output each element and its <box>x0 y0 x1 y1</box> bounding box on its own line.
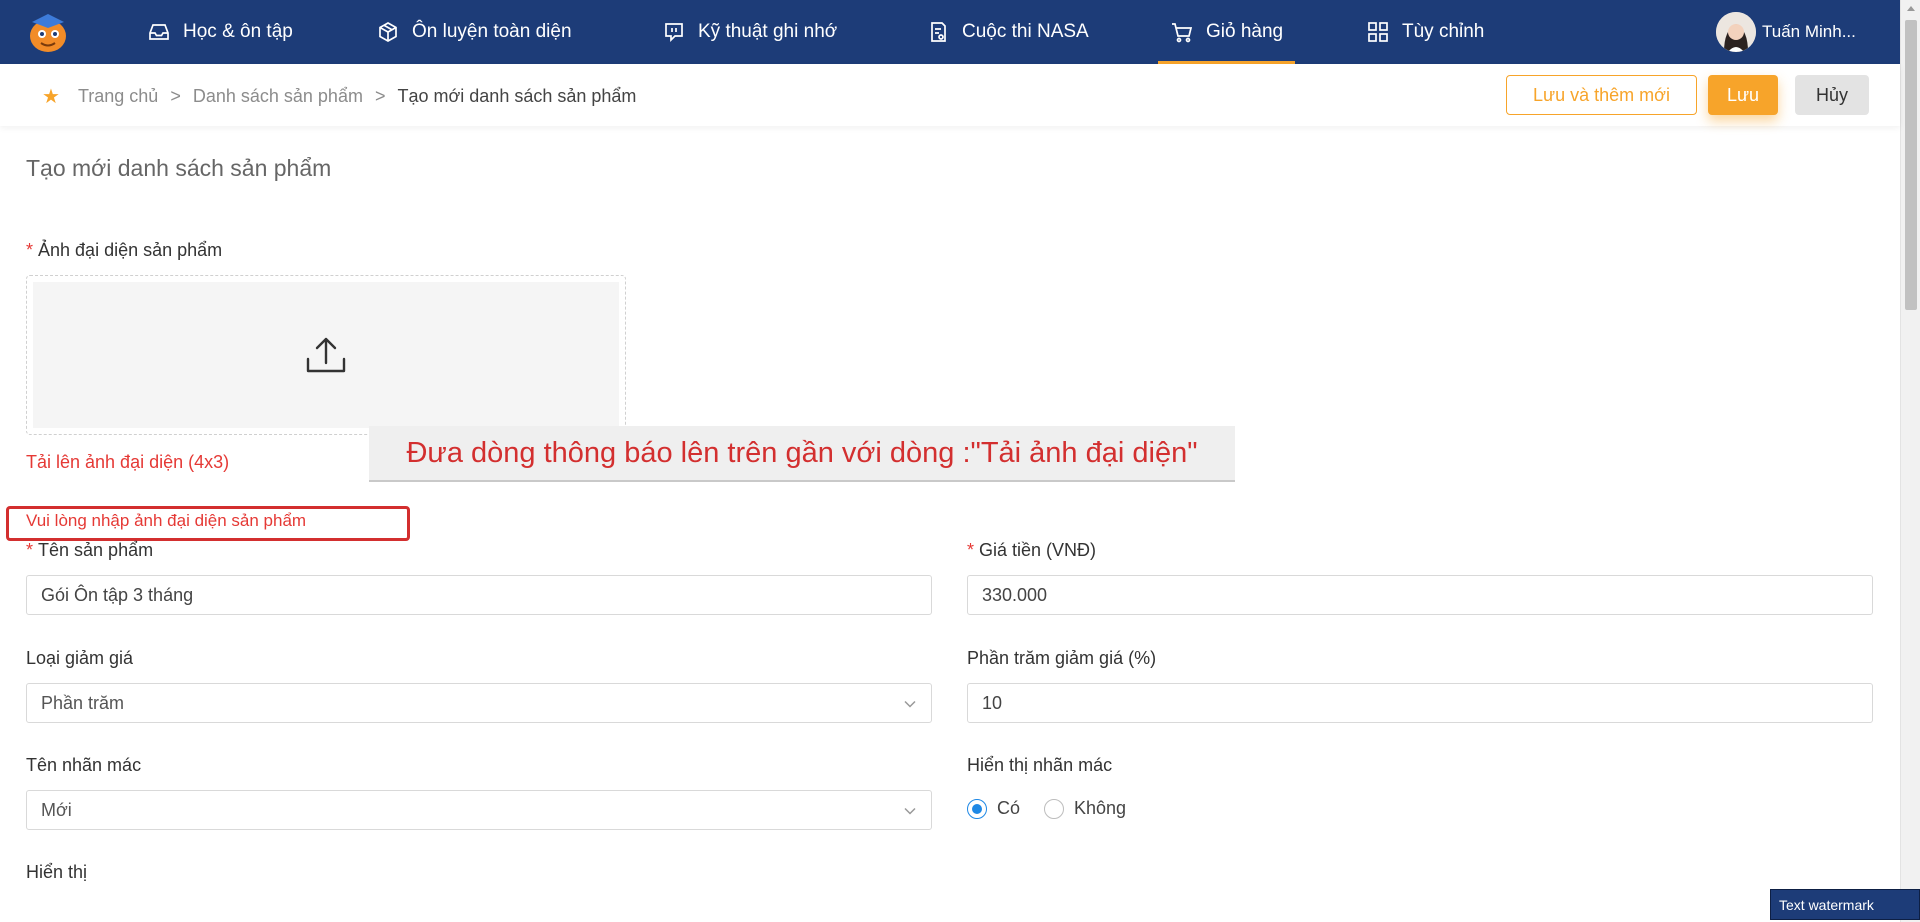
product-name-value: Gói Ôn tập 3 tháng <box>41 584 194 605</box>
breadcrumb-product-list[interactable]: Danh sách sản phẩm <box>193 86 363 107</box>
image-label: * Ảnh đại diện sản phẩm <box>26 240 222 261</box>
chevron-down-icon <box>904 807 916 815</box>
discount-type-label: Loại giảm giá <box>26 648 134 668</box>
text-watermark: Text watermark <box>1770 889 1920 920</box>
breadcrumb-current: Tạo mới danh sách sản phẩm <box>397 86 637 106</box>
page-scrollbar[interactable] <box>1900 0 1920 922</box>
price-label-text: Giá tiền (VNĐ) <box>979 540 1097 560</box>
image-error-message: Vui lòng nhập ảnh đại diện sản phẩm <box>26 511 307 530</box>
app-logo[interactable] <box>22 10 74 54</box>
product-name-label-text: Tên sản phẩm <box>38 540 154 560</box>
discount-type-value: Phần trăm <box>41 692 125 713</box>
upload-area[interactable] <box>33 282 619 428</box>
save-button[interactable]: Lưu <box>1708 75 1778 115</box>
product-name-label: * Tên sản phẩm <box>26 540 153 561</box>
radio-khong[interactable] <box>1044 798 1065 819</box>
nav-item-hoc-on-tap[interactable]: Học & ôn tập <box>147 0 293 64</box>
breadcrumb-home[interactable]: Trang chủ <box>78 86 158 107</box>
tag-display-label: Hiển thị nhãn mác <box>967 755 1113 775</box>
grid-icon <box>1368 22 1388 42</box>
tag-name-value: Mới <box>41 799 72 820</box>
image-upload-dropzone[interactable] <box>26 275 626 435</box>
top-navbar: Học & ôn tập Ôn luyện toàn diện Kỹ thuật… <box>0 0 1900 64</box>
price-value: 330.000 <box>982 584 1048 605</box>
breadcrumb-separator: > <box>170 86 181 106</box>
required-mark: * <box>967 540 975 560</box>
nav-item-ky-thuat[interactable]: Kỹ thuật ghi nhớ <box>662 0 837 64</box>
nav-item-label: Kỹ thuật ghi nhớ <box>698 21 838 42</box>
inbox-icon <box>149 24 169 40</box>
price-input[interactable]: 330.000 <box>967 575 1873 615</box>
review-annotation: Đưa dòng thông báo lên trên gần với dòng… <box>369 426 1235 482</box>
radio-co[interactable] <box>967 798 987 819</box>
save-and-new-button[interactable]: Lưu và thêm mới <box>1506 75 1697 115</box>
page-title: Tạo mới danh sách sản phẩm <box>26 155 332 181</box>
discount-percent-value: 10 <box>982 692 1003 713</box>
nav-item-gio-hang[interactable]: Giỏ hàng <box>1157 0 1296 64</box>
discount-percent-label: Phần trăm giảm giá (%) <box>967 648 1157 668</box>
star-icon: ★ <box>42 86 60 108</box>
tag-name-select[interactable]: Mới <box>26 790 932 830</box>
upload-icon <box>306 337 346 373</box>
nav-item-cuoc-thi[interactable]: Cuộc thi NASA <box>926 0 1089 64</box>
cube-icon <box>379 22 397 42</box>
breadcrumb-separator: > <box>374 86 386 106</box>
product-name-input[interactable]: Gói Ôn tập 3 tháng <box>26 575 932 615</box>
scroll-up-icon[interactable] <box>1907 6 1915 11</box>
user-menu[interactable]: Tuấn Minh... <box>1716 10 1856 54</box>
image-label-text: Ảnh đại diện sản phẩm <box>38 240 223 260</box>
display-label: Hiển thị <box>26 862 88 882</box>
tag-display-radio-group: Có Không <box>967 798 1140 819</box>
nav-item-label: Ôn luyện toàn diện <box>412 21 572 42</box>
breadcrumb: ★ Trang chủ > Danh sách sản phẩm > Tạo m… <box>42 84 636 109</box>
nav-item-label: Tùy chỉnh <box>1402 21 1485 42</box>
chevron-down-icon <box>904 700 916 708</box>
nav-item-tuy-chinh[interactable]: Tùy chỉnh <box>1366 0 1484 64</box>
cancel-button[interactable]: Hủy <box>1795 75 1869 115</box>
discount-percent-input[interactable]: 10 <box>967 683 1873 723</box>
nav-item-on-luyen[interactable]: Ôn luyện toàn diện <box>376 0 572 64</box>
upload-hint: Tải lên ảnh đại diện (4x3) <box>26 452 230 472</box>
price-label: * Giá tiền (VNĐ) <box>967 540 1096 561</box>
tag-name-label: Tên nhãn mác <box>26 755 142 775</box>
avatar <box>1716 12 1756 52</box>
message-icon <box>665 23 683 43</box>
required-mark: * <box>26 240 34 260</box>
radio-co-label[interactable]: Có <box>997 798 1020 819</box>
nav-item-label: Học & ôn tập <box>183 21 293 42</box>
discount-type-select[interactable]: Phần trăm <box>26 683 932 723</box>
required-mark: * <box>26 540 34 560</box>
user-name: Tuấn Minh... <box>1762 22 1856 41</box>
nav-item-label: Giỏ hàng <box>1206 21 1284 42</box>
nav-item-label: Cuộc thi NASA <box>962 21 1089 42</box>
cart-icon <box>1172 23 1193 43</box>
scrollbar-thumb[interactable] <box>1905 20 1917 310</box>
document-icon <box>931 22 946 42</box>
radio-khong-label[interactable]: Không <box>1074 798 1126 819</box>
